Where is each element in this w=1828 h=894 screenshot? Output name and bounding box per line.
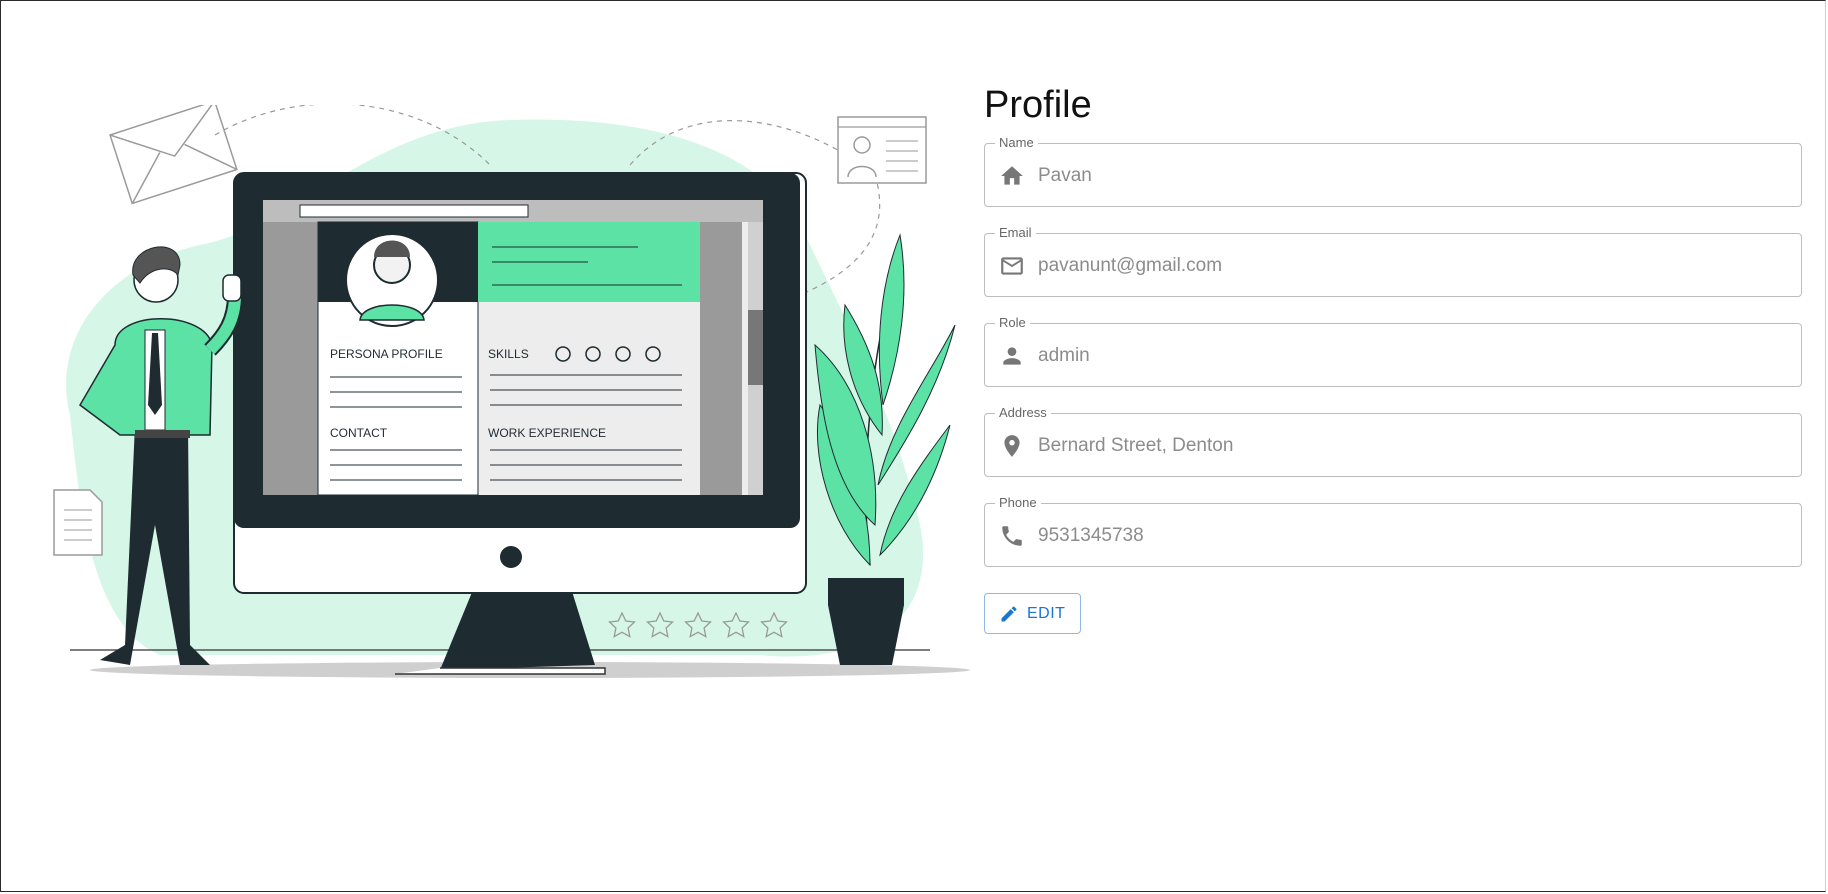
email-field-label: Email [995,225,1036,241]
home-icon [1001,166,1023,185]
phone-field-value: 9531345738 [1038,525,1144,546]
page-title: Profile [984,84,1092,126]
profile-illustration: PERSONA PROFILE CONTACT SKILLS WORK EXPE… [53,105,970,678]
role-field[interactable]: Role admin [984,315,1802,387]
role-field-value: admin [1038,345,1090,366]
persona-profile-label: PERSONA PROFILE [330,347,443,361]
profile-section: Profile Name Pavan Email pavanunt@gmail.… [984,80,1802,634]
phone-icon [1002,526,1022,546]
name-field[interactable]: Name Pavan [984,135,1802,207]
name-field-value: Pavan [1038,165,1092,186]
envelope-icon [109,105,238,205]
id-card-icon [837,116,927,184]
email-field-value: pavanunt@gmail.com [1038,255,1223,276]
address-field-label: Address [995,405,1051,421]
phone-field-label: Phone [995,495,1041,511]
work-experience-label: WORK EXPERIENCE [488,426,606,440]
name-field-label: Name [995,135,1038,151]
skills-label: SKILLS [488,347,529,361]
email-field[interactable]: Email pavanunt@gmail.com [984,225,1802,297]
mail-icon [1001,257,1023,275]
address-field[interactable]: Address Bernard Street, Denton [984,405,1802,477]
person-icon [1003,347,1021,365]
role-field-label: Role [995,315,1030,331]
contact-label: CONTACT [330,426,388,440]
phone-field[interactable]: Phone 9531345738 [984,495,1802,567]
location-pin-icon [1004,435,1020,457]
document-icon [53,489,103,556]
pencil-icon [1001,605,1017,621]
edit-button-label: EDIT [1027,604,1066,622]
address-field-value: Bernard Street, Denton [1038,435,1234,456]
edit-button[interactable]: EDIT [984,593,1081,634]
